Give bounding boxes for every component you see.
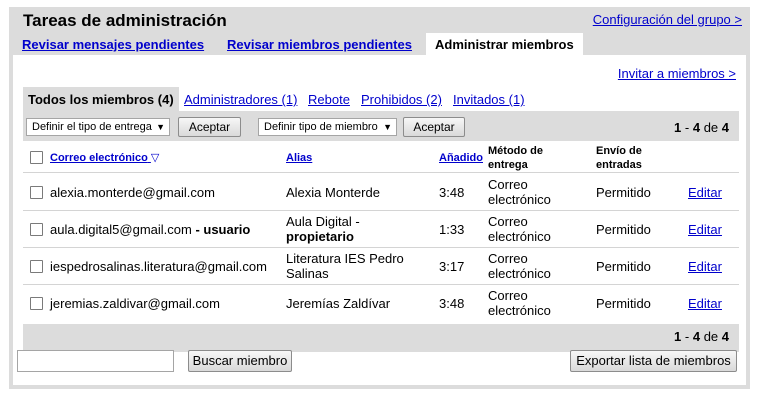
members-table: Correo electrónico ▽ Alias Añadido Métod… bbox=[23, 141, 739, 324]
pager-sep: - bbox=[681, 120, 693, 135]
table-row: iespedrosalinas.literatura@gmail.com Lit… bbox=[23, 248, 739, 285]
table-row: jeremias.zaldivar@gmail.com Jeremías Zal… bbox=[23, 285, 739, 322]
column-delivery-line2: entrega bbox=[488, 159, 528, 171]
search-member-button[interactable]: Buscar miembro bbox=[188, 350, 292, 372]
pager-sep: - bbox=[681, 329, 693, 344]
column-email[interactable]: Correo electrónico ▽ bbox=[50, 151, 159, 165]
member-email: aula.digital5@gmail.com bbox=[50, 222, 192, 237]
member-delivery: Correo electrónico bbox=[488, 288, 551, 318]
column-delivery-line1: Método de bbox=[488, 145, 543, 157]
member-alias: Alexia Monterde bbox=[286, 185, 380, 200]
member-alias: Jeremías Zaldívar bbox=[286, 296, 391, 311]
dropdown-arrow-icon: ▼ bbox=[383, 122, 392, 132]
members-toolbar: Definir el tipo de entrega ▼ Aceptar Def… bbox=[23, 111, 739, 141]
pager-of: de bbox=[700, 329, 722, 344]
pagination-bottom: 1 - 4 de 4 bbox=[674, 329, 729, 344]
member-type-select-value: Definir tipo de miembro bbox=[264, 121, 378, 133]
member-added: 1:33 bbox=[439, 222, 465, 237]
delivery-type-select-value: Definir el tipo de entrega bbox=[32, 121, 152, 133]
pager-end: 4 bbox=[692, 329, 701, 344]
member-posting: Permitido bbox=[596, 185, 651, 200]
dropdown-arrow-icon: ▼ bbox=[156, 122, 165, 132]
member-delivery-line2: electrónico bbox=[488, 266, 551, 281]
member-alias-line2: propietario bbox=[286, 229, 354, 244]
manage-members-panel: Invitar a miembros > Todos los miembros … bbox=[13, 55, 746, 385]
edit-member-link[interactable]: Editar bbox=[688, 259, 722, 274]
export-members-button[interactable]: Exportar lista de miembros bbox=[570, 350, 737, 372]
member-alias-line1: Aula Digital - bbox=[286, 214, 360, 229]
sort-icon: ▽ bbox=[150, 152, 160, 164]
member-delivery: Correo electrónico bbox=[488, 251, 551, 281]
member-posting: Permitido bbox=[596, 222, 651, 237]
subtab-invited[interactable]: Invitados (1) bbox=[453, 92, 525, 107]
column-added[interactable]: Añadido bbox=[439, 151, 483, 165]
member-email: iespedrosalinas.literatura@gmail.com bbox=[50, 259, 267, 274]
row-checkbox[interactable] bbox=[30, 186, 43, 199]
member-delivery-line2: electrónico bbox=[488, 303, 551, 318]
member-delivery: Correo electrónico bbox=[488, 177, 551, 207]
edit-member-link[interactable]: Editar bbox=[688, 296, 722, 311]
member-alias-line1: Literatura IES Pedro bbox=[286, 251, 404, 266]
member-added: 3:48 bbox=[439, 185, 465, 200]
page-title: Tareas de administración bbox=[23, 11, 227, 30]
member-email: jeremias.zaldivar@gmail.com bbox=[50, 296, 220, 311]
member-delivery-line1: Correo bbox=[488, 251, 528, 266]
tab-pending-messages[interactable]: Revisar mensajes pendientes bbox=[22, 33, 204, 55]
column-posting-line1: Envío de bbox=[596, 145, 642, 157]
group-settings-link[interactable]: Configuración del grupo > bbox=[593, 12, 742, 27]
member-delivery-line2: electrónico bbox=[488, 192, 551, 207]
member-added: 3:48 bbox=[439, 296, 465, 311]
member-delivery: Correo electrónico bbox=[488, 214, 551, 244]
accept-member-type-button[interactable]: Aceptar bbox=[403, 117, 465, 137]
tab-pending-members[interactable]: Revisar miembros pendientes bbox=[227, 33, 412, 55]
column-delivery: Método de entrega bbox=[488, 144, 543, 172]
member-alias-line2: Salinas bbox=[286, 266, 329, 281]
subtab-banned[interactable]: Prohibidos (2) bbox=[361, 92, 442, 107]
member-delivery-line2: electrónico bbox=[488, 229, 551, 244]
pagination-top: 1 - 4 de 4 bbox=[674, 120, 729, 135]
member-email: alexia.monterde@gmail.com bbox=[50, 185, 215, 200]
member-posting: Permitido bbox=[596, 296, 651, 311]
pager-total: 4 bbox=[721, 120, 729, 135]
invite-members-link[interactable]: Invitar a miembros > bbox=[618, 66, 736, 81]
column-posting: Envío de entradas bbox=[596, 144, 642, 172]
row-checkbox[interactable] bbox=[30, 223, 43, 236]
table-row: alexia.monterde@gmail.com Alexia Monterd… bbox=[23, 174, 739, 211]
tab-manage-members[interactable]: Administrar miembros bbox=[426, 33, 583, 55]
row-checkbox[interactable] bbox=[30, 297, 43, 310]
column-email-label: Correo electrónico bbox=[50, 152, 148, 164]
column-alias[interactable]: Alias bbox=[286, 151, 312, 165]
member-type-select[interactable]: Definir tipo de miembro ▼ bbox=[258, 118, 397, 136]
edit-member-link[interactable]: Editar bbox=[688, 185, 722, 200]
subtab-bounce[interactable]: Rebote bbox=[308, 92, 350, 107]
member-search-input[interactable] bbox=[17, 350, 174, 372]
member-delivery-line1: Correo bbox=[488, 214, 528, 229]
member-delivery-line1: Correo bbox=[488, 288, 528, 303]
subtab-administrators[interactable]: Administradores (1) bbox=[184, 92, 297, 107]
member-email-cell: aula.digital5@gmail.com - usuario bbox=[50, 222, 250, 237]
admin-nav: Revisar mensajes pendientes Revisar miem… bbox=[9, 33, 750, 55]
pager-of: de bbox=[700, 120, 722, 135]
accept-delivery-button[interactable]: Aceptar bbox=[178, 117, 241, 137]
row-checkbox[interactable] bbox=[30, 260, 43, 273]
pager-total: 4 bbox=[721, 329, 729, 344]
member-filter-tabs: Todos los miembros (4) Administradores (… bbox=[23, 87, 739, 111]
member-added: 3:17 bbox=[439, 259, 465, 274]
pager-end: 4 bbox=[692, 120, 701, 135]
member-alias: Literatura IES Pedro Salinas bbox=[286, 251, 404, 281]
member-posting: Permitido bbox=[596, 259, 651, 274]
subtab-all-members[interactable]: Todos los miembros (4) bbox=[23, 87, 179, 111]
member-role: - usuario bbox=[191, 222, 251, 237]
member-alias: Aula Digital - propietario bbox=[286, 214, 360, 244]
delivery-type-select[interactable]: Definir el tipo de entrega ▼ bbox=[26, 118, 170, 136]
table-row: aula.digital5@gmail.com - usuario Aula D… bbox=[23, 211, 739, 248]
admin-tasks-frame: Tareas de administración Configuración d… bbox=[9, 7, 750, 389]
select-all-checkbox[interactable] bbox=[30, 151, 43, 164]
member-delivery-line1: Correo bbox=[488, 177, 528, 192]
table-header: Correo electrónico ▽ Alias Añadido Métod… bbox=[23, 141, 739, 173]
members-grid: Definir el tipo de entrega ▼ Aceptar Def… bbox=[23, 111, 739, 352]
edit-member-link[interactable]: Editar bbox=[688, 222, 722, 237]
column-posting-line2: entradas bbox=[596, 159, 642, 171]
